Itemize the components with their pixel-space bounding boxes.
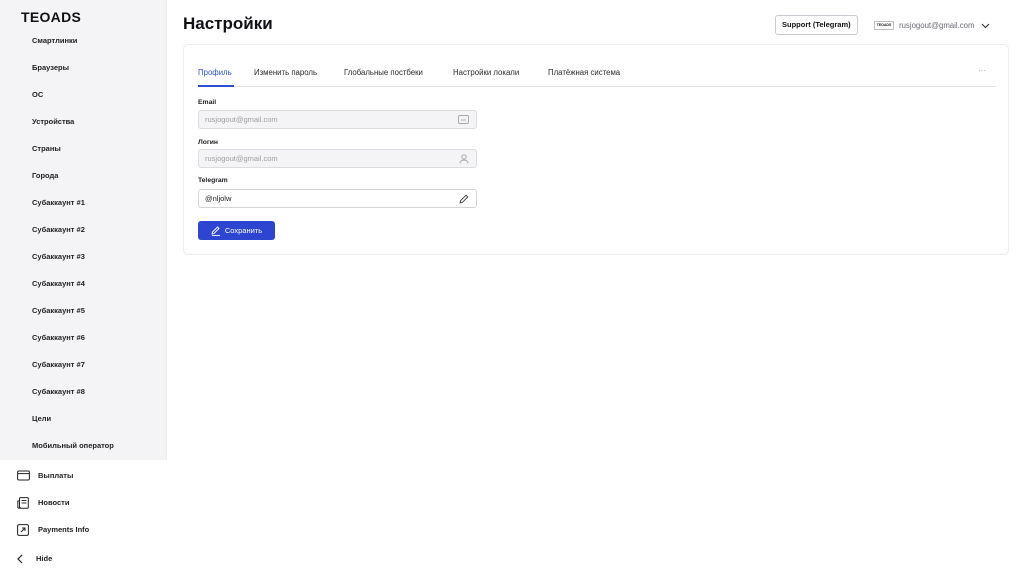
save-button-label: Сохранить	[224, 226, 263, 235]
external-link-icon	[16, 523, 30, 537]
email-label: Email	[198, 99, 217, 106]
avatar: TEOADS	[874, 20, 894, 30]
tab-locale-settings[interactable]: Настройки локали	[453, 68, 519, 77]
user-email: rusjogout@gmail.com	[899, 20, 975, 30]
sidebar-item-payouts[interactable]: Выплаты	[0, 462, 167, 489]
news-icon	[16, 496, 30, 510]
sidebar-item-mobile-operator[interactable]: Мобильный оператор	[0, 432, 167, 459]
hide-sidebar-button[interactable]: Hide	[0, 545, 167, 572]
pencil-icon	[458, 193, 469, 204]
sidebar-item-news[interactable]: Новости	[0, 489, 167, 516]
sidebar-item-label: Payments Info	[38, 525, 90, 534]
tab-global-postbacks[interactable]: Глобальные постбеки	[344, 68, 423, 77]
tab-bar: Профиль Изменить пароль Глобальные постб…	[198, 66, 996, 87]
user-icon	[458, 153, 469, 164]
pencil-icon	[211, 225, 221, 236]
sidebar-main-nav: Выплаты Новости Payments Info	[0, 462, 167, 543]
chevron-left-icon	[14, 553, 26, 565]
login-label: Логин	[198, 139, 219, 146]
user-menu[interactable]: TEOADS rusjogout@gmail.com	[874, 17, 990, 33]
save-button[interactable]: Сохранить	[198, 221, 275, 240]
sidebar-sub-list: Смартлинки Браузеры ОС Устройства Страны…	[0, 27, 167, 459]
tab-change-password[interactable]: Изменить пароль	[254, 68, 317, 77]
tabs-more-button[interactable]: ···	[978, 66, 986, 75]
sidebar-item-browsers[interactable]: Браузеры	[0, 54, 167, 81]
sidebar: TEOADS Смартлинки Браузеры ОС Устройства…	[0, 0, 167, 588]
sidebar-item-subaccount-3[interactable]: Субаккаунт #3	[0, 243, 167, 270]
telegram-input[interactable]	[205, 190, 445, 207]
sidebar-item-subaccount-5[interactable]: Субаккаунт #5	[0, 297, 167, 324]
sidebar-item-label: Выплаты	[38, 471, 74, 480]
sidebar-item-countries[interactable]: Страны	[0, 135, 167, 162]
sidebar-item-subaccount-4[interactable]: Субаккаунт #4	[0, 270, 167, 297]
email-field	[198, 110, 477, 129]
active-tab-indicator	[198, 85, 234, 87]
sidebar-item-subaccount-7[interactable]: Субаккаунт #7	[0, 351, 167, 378]
sidebar-item-subaccount-6[interactable]: Субаккаунт #6	[0, 324, 167, 351]
sidebar-item-subaccount-1[interactable]: Субаккаунт #1	[0, 189, 167, 216]
tab-profile[interactable]: Профиль	[198, 68, 232, 77]
settings-card: Профиль Изменить пароль Глобальные постб…	[183, 44, 1009, 255]
login-field	[198, 149, 477, 168]
telegram-field[interactable]	[198, 189, 477, 208]
wallet-icon	[16, 469, 30, 483]
sidebar-item-subaccount-2[interactable]: Субаккаунт #2	[0, 216, 167, 243]
tab-payment-system[interactable]: Платёжная система	[548, 68, 620, 77]
envelope-icon	[458, 114, 469, 125]
logo: TEOADS	[21, 9, 82, 25]
sidebar-item-label: Новости	[38, 498, 70, 507]
telegram-label: Telegram	[198, 177, 228, 184]
login-input	[205, 150, 445, 167]
page-title: Настройки	[183, 14, 273, 33]
hide-label: Hide	[36, 554, 53, 563]
chevron-down-icon	[981, 16, 990, 34]
sidebar-item-cities[interactable]: Города	[0, 162, 167, 189]
sidebar-item-subaccount-8[interactable]: Субаккаунт #8	[0, 378, 167, 405]
support-telegram-button[interactable]: Support (Telegram)	[775, 15, 858, 35]
sidebar-item-payments-info[interactable]: Payments Info	[0, 516, 167, 543]
sidebar-item-smartlinks[interactable]: Смартлинки	[0, 27, 167, 54]
sidebar-item-os[interactable]: ОС	[0, 81, 167, 108]
sidebar-item-goals[interactable]: Цели	[0, 405, 167, 432]
sidebar-item-devices[interactable]: Устройства	[0, 108, 167, 135]
email-input	[205, 111, 445, 128]
